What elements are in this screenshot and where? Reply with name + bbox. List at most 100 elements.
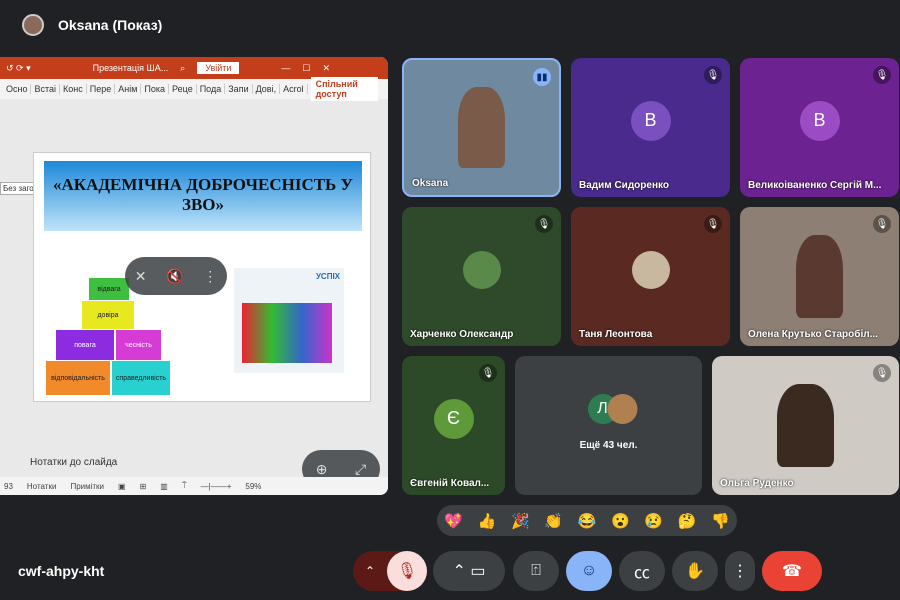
mic-off-icon: 🎙 <box>479 364 497 382</box>
reaction-clap[interactable]: 👏 <box>544 512 563 530</box>
close-icon[interactable]: ✕ <box>323 63 331 74</box>
meeting-code: cwf-ahpy-kht <box>18 563 105 579</box>
participant-tile[interactable]: Л Ещё 43 чел. <box>515 356 702 495</box>
chevron-up-icon[interactable]: ⌃ <box>353 564 387 578</box>
video-feed <box>777 383 834 468</box>
avatar <box>607 393 637 424</box>
participant-name: Вадим Сидоренко <box>579 180 669 191</box>
tab[interactable]: Дові, <box>256 84 281 94</box>
participant-tile[interactable]: 🎙 Олена Крутько Старобіл... <box>740 207 899 346</box>
block: справедливість <box>112 361 170 395</box>
captions-icon: ㏄ <box>633 565 650 582</box>
participant-tile[interactable]: В 🎙 Великоіваненко Сергій М... <box>740 58 899 197</box>
mute-icon[interactable]: 🔇 <box>166 268 183 285</box>
raise-hand-button[interactable]: ✋ <box>672 551 718 591</box>
captions-button[interactable]: ㏄ <box>619 551 665 591</box>
zoom-slider[interactable]: —|——+ <box>201 482 232 491</box>
more-options-button[interactable]: ⋮ <box>725 551 755 591</box>
minimize-icon[interactable]: — <box>281 63 290 73</box>
participant-name: Великоіваненко Сергій М... <box>748 180 882 191</box>
tab[interactable]: Пока <box>144 84 170 94</box>
maximize-icon[interactable]: ☐ <box>302 63 310 74</box>
presenter-name: Oksana (Показ) <box>58 17 163 33</box>
mic-off-icon: 🎙 <box>873 364 891 382</box>
tab[interactable]: Анім <box>118 84 142 94</box>
emoji-icon: ☺ <box>580 562 598 579</box>
slideshow-icon[interactable]: ⍑ <box>182 481 187 491</box>
reaction-surprised[interactable]: 😮 <box>611 512 630 530</box>
participant-name: Ольга Руденко <box>720 478 794 489</box>
notes-field[interactable]: Нотатки до слайда <box>30 457 117 468</box>
mic-off-icon: 🎙 <box>704 66 722 84</box>
success-image: УСПІХ <box>234 268 344 373</box>
tab[interactable]: Реце <box>172 84 197 94</box>
avatar: Є <box>433 398 474 439</box>
reaction-heart[interactable]: 💖 <box>444 512 463 530</box>
participant-tile[interactable]: В 🎙 Вадим Сидоренко <box>571 58 730 197</box>
slide-title: «АКАДЕМІЧНА ДОБРОЧЕСНІСТЬ У ЗВО» <box>44 161 362 231</box>
present-button[interactable]: ⍐ <box>513 551 559 591</box>
more-icon: ⋮ <box>732 563 748 580</box>
more-participants[interactable]: Ещё 43 чел. <box>515 440 702 451</box>
avatar <box>631 250 670 289</box>
tab[interactable]: Пере <box>90 84 116 94</box>
participant-name: Oksana <box>412 178 449 189</box>
undo-icon[interactable]: ↺ ⟳ ▾ <box>6 63 31 74</box>
tab[interactable]: Пода <box>200 84 226 94</box>
participant-tile[interactable]: 🎙 Харченко Олександр <box>402 207 561 346</box>
presenter-avatar <box>22 14 44 36</box>
mic-toggle-button[interactable]: ⌃ 🎙 <box>353 551 427 591</box>
normal-view-icon[interactable]: ▣ <box>118 482 126 491</box>
end-call-button[interactable]: ☎ <box>762 551 822 591</box>
block: довіра <box>82 301 134 329</box>
sorter-view-icon[interactable]: ⊞ <box>140 482 147 491</box>
status-bar: 93 Нотатки Примітки ▣ ⊞ ▥ ⍑ —|——+ 59% <box>0 477 388 495</box>
participant-name: Олена Крутько Старобіл... <box>748 329 878 340</box>
speaking-icon: ▮▮ <box>533 68 551 86</box>
zoom-level: 59% <box>245 481 262 491</box>
participant-name: Харченко Олександр <box>410 329 514 340</box>
tab[interactable]: Встаі <box>34 84 61 94</box>
comments-button[interactable]: Примітки <box>70 482 104 491</box>
reaction-sad[interactable]: 😢 <box>644 512 663 530</box>
avatar: В <box>799 100 840 141</box>
reaction-thumbs-up[interactable]: 👍 <box>478 512 497 530</box>
reaction-thumbs-down[interactable]: 👎 <box>711 512 730 530</box>
reading-view-icon[interactable]: ▥ <box>160 482 168 491</box>
participant-tile[interactable]: Є 🎙 Євгеній Ковал... <box>402 356 505 495</box>
hand-icon: ✋ <box>685 563 705 580</box>
block: відвага <box>89 278 129 300</box>
end-call-icon: ☎ <box>782 563 802 580</box>
search-icon[interactable]: ⌕ <box>180 63 185 74</box>
pin-off-icon[interactable]: ✕ <box>135 268 147 285</box>
avatar: В <box>630 100 671 141</box>
login-button[interactable]: Увійти <box>197 62 240 74</box>
header: Oksana (Показ) <box>0 0 900 50</box>
reaction-laugh[interactable]: 😂 <box>578 512 597 530</box>
tab[interactable]: Конс <box>63 84 87 94</box>
success-label: УСПІХ <box>315 272 340 281</box>
reaction-party[interactable]: 🎉 <box>511 512 530 530</box>
fullscreen-icon[interactable]: ⤢ <box>355 461 366 478</box>
zoom-in-icon[interactable]: ⊕ <box>316 461 328 478</box>
video-feed <box>795 234 844 319</box>
emoji-button[interactable]: ☺ <box>566 551 612 591</box>
participant-tile[interactable]: ▮▮ Oksana <box>402 58 561 197</box>
ribbon-tabs: Осно Встаі Конс Пере Анім Пока Реце Пода… <box>0 77 388 101</box>
mic-off-icon[interactable]: 🎙 <box>387 551 427 591</box>
participant-tile[interactable]: 🎙 Ольга Руденко <box>712 356 899 495</box>
block: повага <box>56 330 114 360</box>
tab[interactable]: Запи <box>228 84 253 94</box>
reaction-thinking[interactable]: 🤔 <box>678 512 697 530</box>
share-button[interactable]: Спільний доступ <box>310 77 378 101</box>
camera-toggle-button[interactable]: ⌃ ▭ <box>433 551 505 591</box>
participant-tile[interactable]: 🎙 Таня Леонтова <box>571 207 730 346</box>
more-icon[interactable]: ⋮ <box>203 268 217 285</box>
presentation-window[interactable]: ↺ ⟳ ▾ Презентація ША... ⌕ Увійти — ☐ ✕ О… <box>0 57 388 495</box>
block: чесність <box>116 330 161 360</box>
mic-off-icon: 🎙 <box>873 215 891 233</box>
notes-button[interactable]: Нотатки <box>27 482 57 491</box>
tab[interactable]: Acrol <box>283 84 308 94</box>
tab[interactable]: Осно <box>6 84 32 94</box>
video-feed <box>458 87 505 168</box>
